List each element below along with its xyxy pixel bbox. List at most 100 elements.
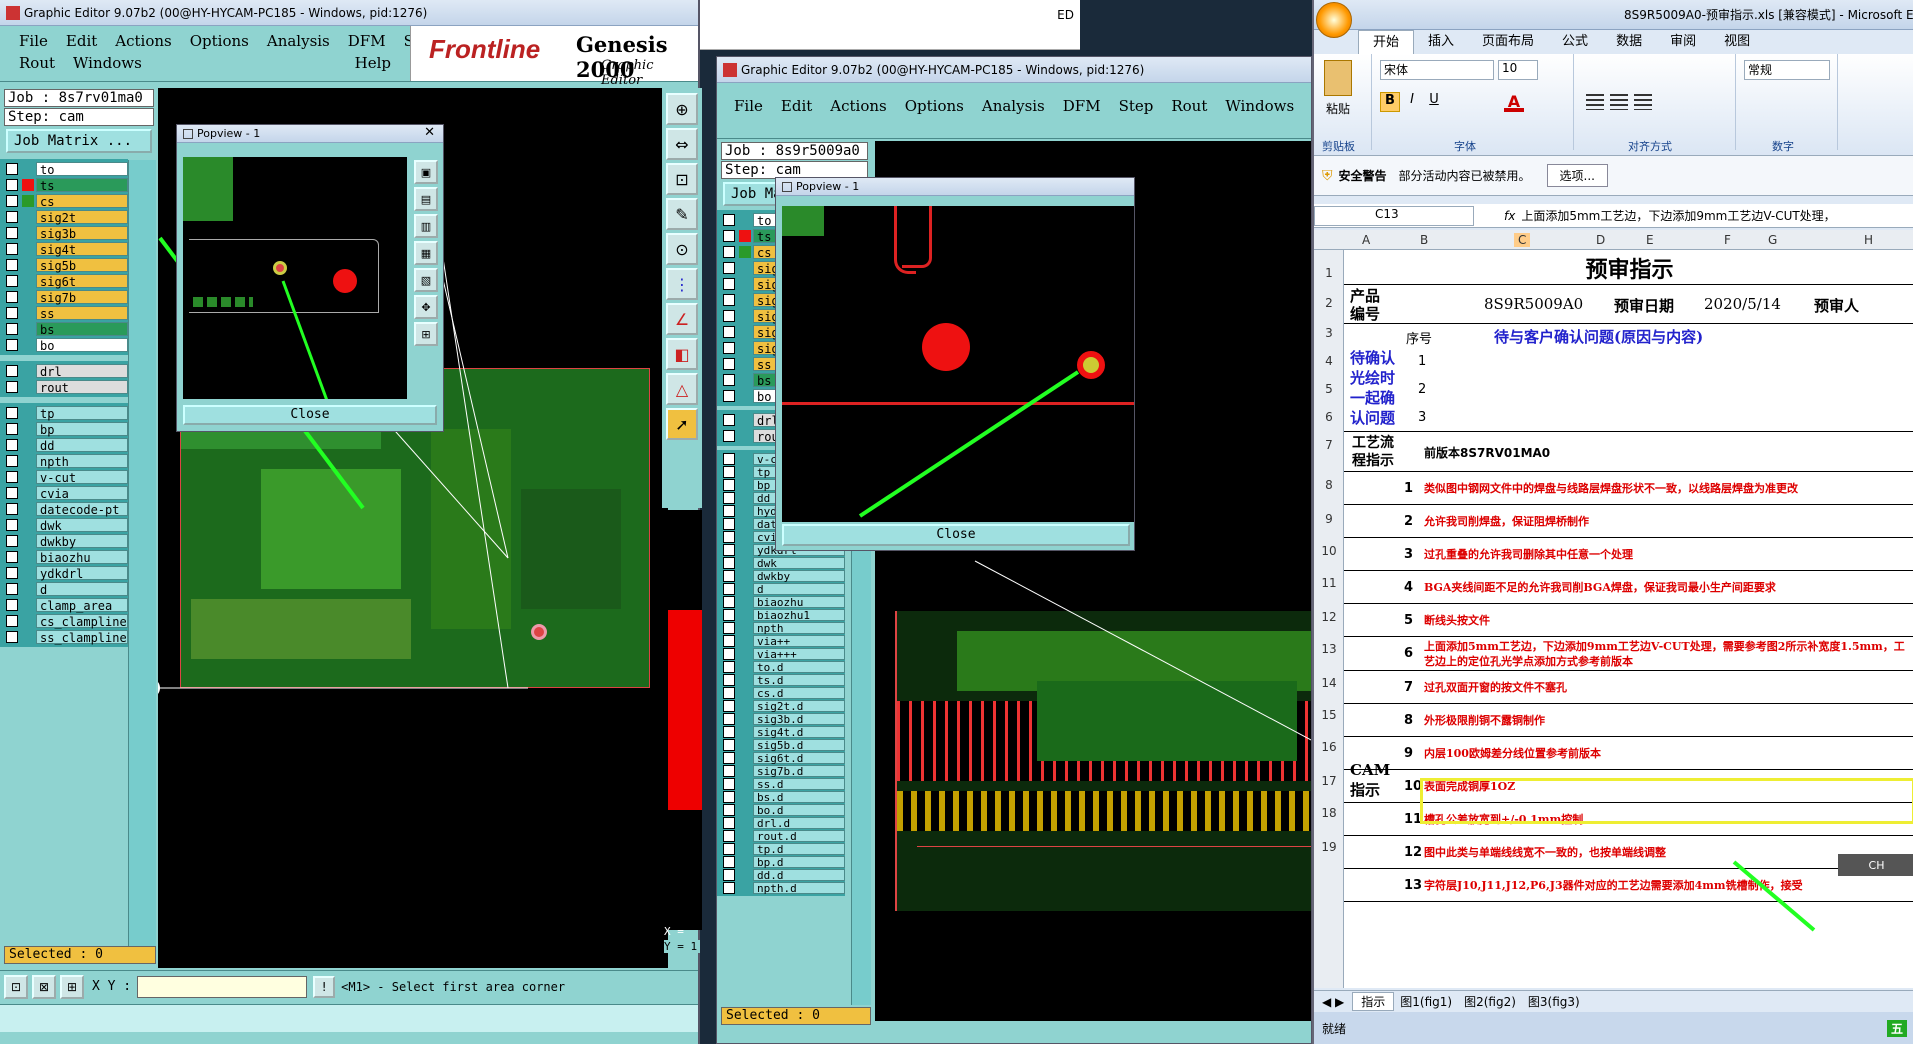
layer-name[interactable]: dd (36, 438, 128, 453)
layer-checkbox[interactable] (723, 543, 735, 556)
layer-checkbox[interactable] (6, 407, 18, 419)
name-box[interactable]: C13 (1314, 205, 1474, 226)
layer-row[interactable]: sig3b.d (717, 712, 845, 725)
layer-row[interactable]: dd.d (717, 868, 845, 881)
menu-rout[interactable]: Rout (10, 54, 64, 72)
ime-toolbar[interactable]: CH (1838, 854, 1913, 876)
layer-row[interactable]: ss_clampline (0, 629, 128, 645)
layer-row[interactable]: dwk (0, 517, 128, 533)
close-icon[interactable]: ✕ (424, 125, 435, 140)
layer-row[interactable]: cvia (0, 485, 128, 501)
popview-tool-2[interactable]: ▤ (414, 187, 438, 211)
layer-checkbox[interactable] (723, 634, 735, 647)
layer-name[interactable]: to.d (753, 660, 845, 673)
menu-options-2[interactable]: Options (896, 97, 973, 124)
layer-row[interactable]: sig6t.d (717, 751, 845, 764)
layer-checkbox[interactable] (6, 179, 18, 191)
tab-formulas[interactable]: 公式 (1548, 30, 1602, 54)
select-tool-icon[interactable]: ⊡ (4, 974, 28, 999)
layer-row[interactable]: via+++ (717, 647, 845, 660)
number-format-select[interactable]: 常规 (1744, 60, 1830, 80)
layer-name[interactable]: biaozhu (36, 550, 128, 565)
layer-row[interactable]: sig7b.d (717, 764, 845, 777)
align-center-icon[interactable] (1610, 94, 1628, 110)
layer-name[interactable]: drl (36, 364, 128, 379)
layer-row[interactable]: bo.d (717, 803, 845, 816)
layer-row[interactable]: sig4t.d (717, 725, 845, 738)
tab-page-layout[interactable]: 页面布局 (1468, 30, 1548, 54)
tab-home[interactable]: 开始 (1358, 30, 1415, 54)
layer-row[interactable]: rout.d (717, 829, 845, 842)
layer-checkbox[interactable] (723, 374, 735, 386)
office-button-icon[interactable] (1316, 2, 1352, 38)
layer-row[interactable]: to.d (717, 660, 845, 673)
layer-row[interactable]: rout (0, 379, 128, 395)
layer-checkbox[interactable] (723, 686, 735, 699)
layer-name[interactable]: sig7b (36, 290, 128, 305)
layer-checkbox[interactable] (6, 503, 18, 515)
layer-name[interactable]: cs.d (753, 686, 845, 699)
layer-checkbox[interactable] (723, 777, 735, 790)
layer-checkbox[interactable] (723, 842, 735, 855)
layer-name[interactable]: bs.d (753, 790, 845, 803)
layer-checkbox[interactable] (723, 478, 735, 491)
sheet-nav-icon[interactable]: ◀ ▶ (1322, 995, 1344, 1009)
menu-file[interactable]: File (10, 32, 57, 50)
snap-icon[interactable]: ◧ (666, 338, 698, 370)
menu-windows[interactable]: Windows (64, 54, 151, 72)
layer-name[interactable]: sig3b (36, 226, 128, 241)
layer-name[interactable]: dwkby (36, 534, 128, 549)
layer-checkbox[interactable] (723, 556, 735, 569)
layer-checkbox[interactable] (723, 712, 735, 725)
layer-row[interactable]: bp (0, 421, 128, 437)
popview-tool-5[interactable]: ▧ (414, 268, 438, 292)
layer-row[interactable]: sig5b (0, 257, 128, 273)
layer-checkbox[interactable] (723, 294, 735, 306)
layer-name[interactable]: dwk (753, 556, 845, 569)
layer-checkbox[interactable] (723, 673, 735, 686)
layer-row[interactable]: sig2t (0, 209, 128, 225)
layer-name[interactable]: bp (36, 422, 128, 437)
net-icon[interactable]: ⋮ (666, 268, 698, 300)
layer-checkbox[interactable] (723, 751, 735, 764)
layer-checkbox[interactable] (723, 310, 735, 322)
layer-row[interactable]: tp (0, 405, 128, 421)
layer-checkbox[interactable] (723, 868, 735, 881)
tab-insert[interactable]: 插入 (1414, 30, 1468, 54)
layer-row[interactable]: sig4t (0, 241, 128, 257)
menu-actions[interactable]: Actions (106, 32, 180, 50)
layer-checkbox[interactable] (723, 764, 735, 777)
layer-checkbox[interactable] (6, 439, 18, 451)
menu-dfm[interactable]: DFM (339, 32, 395, 50)
fx-icon[interactable]: fx (1504, 209, 1515, 223)
layer-checkbox[interactable] (6, 291, 18, 303)
layer-checkbox[interactable] (6, 307, 18, 319)
layer-checkbox[interactable] (723, 517, 735, 530)
layer-checkbox[interactable] (723, 608, 735, 621)
layer-name[interactable]: via+++ (753, 647, 845, 660)
layer-row[interactable]: datecode-pt (0, 501, 128, 517)
layer-name[interactable]: rout (36, 380, 128, 395)
layer-checkbox[interactable] (723, 738, 735, 751)
layer-checkbox[interactable] (723, 855, 735, 868)
layer-name[interactable]: npth.d (753, 881, 845, 894)
layer-name[interactable]: d (753, 582, 845, 595)
layer-row[interactable]: to (0, 161, 128, 177)
menu-rout-2[interactable]: Rout (1162, 97, 1216, 124)
layer-row[interactable]: cs.d (717, 686, 845, 699)
formula-input[interactable]: 上面添加5mm工艺边，下边添加9mm工艺边V-CUT处理， (1521, 207, 1835, 224)
italic-button[interactable]: I (1402, 92, 1422, 112)
layer-row[interactable]: npth.d (717, 881, 845, 894)
menu-windows-2[interactable]: Windows (1216, 97, 1303, 124)
options-button[interactable]: 选项... (1546, 164, 1608, 187)
align-left-icon[interactable] (1586, 94, 1604, 110)
layer-name[interactable]: ts (36, 178, 128, 193)
layer-row[interactable]: cs_clampline (0, 613, 128, 629)
layer-row[interactable]: sig7b (0, 289, 128, 305)
layer-checkbox[interactable] (6, 163, 18, 175)
layer-name[interactable]: ydkdrl (36, 566, 128, 581)
angle-icon[interactable]: ∠ (666, 303, 698, 335)
grid-tool-icon[interactable]: ⊞ (60, 974, 84, 999)
menu-analysis[interactable]: Analysis (258, 32, 339, 50)
layer-checkbox[interactable] (723, 699, 735, 712)
